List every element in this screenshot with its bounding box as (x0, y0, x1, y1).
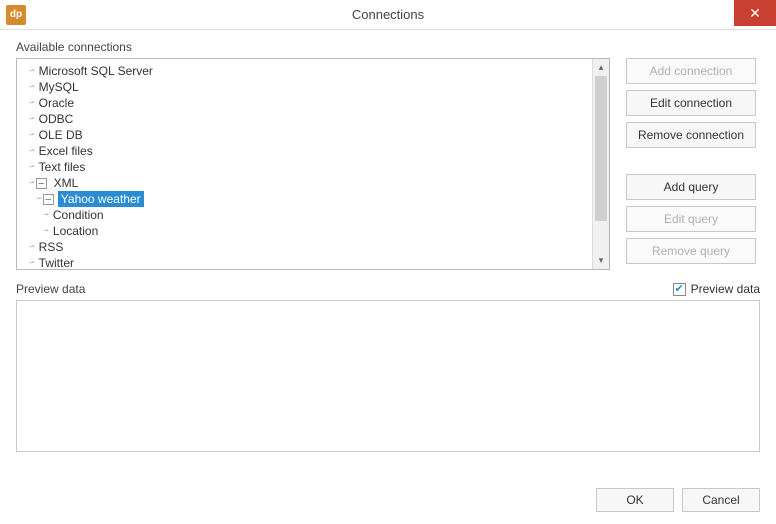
tree-item-label[interactable]: Text files (36, 159, 89, 175)
tree-item-label[interactable]: Twitter (36, 255, 77, 270)
tree-guide-icon: ·- (29, 255, 36, 270)
cancel-button[interactable]: Cancel (682, 488, 760, 512)
preview-data-checkbox[interactable]: ✔ (673, 283, 686, 296)
preview-data-checkbox-label: Preview data (691, 282, 760, 296)
tree-guide-icon: ·- (29, 95, 36, 111)
tree-item[interactable]: ·- Excel files (29, 143, 605, 159)
tree-item[interactable]: ·- Condition (29, 207, 605, 223)
tree-item-label[interactable]: ODBC (36, 111, 77, 127)
available-connections-label: Available connections (16, 40, 760, 54)
tree-guide-icon: ·- (29, 143, 36, 159)
scroll-up-button[interactable]: ▴ (593, 59, 609, 76)
connections-tree[interactable]: ·- Microsoft SQL Server·- MySQL·- Oracle… (16, 58, 610, 270)
tree-item[interactable]: ·- Twitter (29, 255, 605, 270)
add-query-button[interactable]: Add query (626, 174, 756, 200)
tree-expander-icon[interactable]: – (43, 194, 54, 205)
tree-expander-icon[interactable]: – (36, 178, 47, 189)
titlebar: dp Connections ✕ (0, 0, 776, 30)
preview-data-label: Preview data (16, 282, 85, 296)
dialog-footer: OK Cancel (596, 488, 760, 512)
tree-item[interactable]: ·- Text files (29, 159, 605, 175)
tree-guide-icon: ·- (29, 175, 36, 191)
tree-item[interactable]: ·- ODBC (29, 111, 605, 127)
tree-item-label[interactable]: Oracle (36, 95, 77, 111)
tree-item[interactable]: ·- –XML (29, 175, 605, 191)
tree-guide-icon: ·- (29, 191, 43, 207)
tree-item-label[interactable]: OLE DB (36, 127, 86, 143)
tree-guide-icon: ·- (29, 239, 36, 255)
tree-guide-icon: ·- (29, 159, 36, 175)
tree-item-label[interactable]: Microsoft SQL Server (36, 63, 156, 79)
tree-item-label[interactable]: Condition (50, 207, 107, 223)
tree-item-label[interactable]: Yahoo weather (58, 191, 144, 207)
tree-guide-icon: ·- (29, 127, 36, 143)
edit-connection-button[interactable]: Edit connection (626, 90, 756, 116)
tree-item-label[interactable]: XML (51, 175, 82, 191)
tree-item[interactable]: ·- MySQL (29, 79, 605, 95)
tree-item-label[interactable]: RSS (36, 239, 67, 255)
tree-item[interactable]: ·- –Yahoo weather (29, 191, 605, 207)
tree-guide-icon: ·- (29, 111, 36, 127)
action-buttons: Add connection Edit connection Remove co… (626, 58, 756, 264)
edit-query-button[interactable]: Edit query (626, 206, 756, 232)
add-connection-button[interactable]: Add connection (626, 58, 756, 84)
scroll-track[interactable] (593, 76, 609, 252)
tree-item[interactable]: ·- Microsoft SQL Server (29, 63, 605, 79)
remove-connection-button[interactable]: Remove connection (626, 122, 756, 148)
scroll-thumb[interactable] (595, 76, 607, 221)
app-icon: dp (6, 5, 26, 25)
window-title: Connections (0, 7, 776, 22)
scroll-down-button[interactable]: ▾ (593, 252, 609, 269)
tree-item[interactable]: ·- RSS (29, 239, 605, 255)
preview-data-area (16, 300, 760, 452)
remove-query-button[interactable]: Remove query (626, 238, 756, 264)
tree-guide-icon: ·- (29, 207, 50, 223)
ok-button[interactable]: OK (596, 488, 674, 512)
tree-item-label[interactable]: Location (50, 223, 101, 239)
tree-item[interactable]: ·- Location (29, 223, 605, 239)
tree-guide-icon: ·- (29, 79, 36, 95)
tree-item[interactable]: ·- OLE DB (29, 127, 605, 143)
close-icon: ✕ (749, 5, 761, 22)
tree-item[interactable]: ·- Oracle (29, 95, 605, 111)
close-button[interactable]: ✕ (734, 0, 776, 26)
tree-item-label[interactable]: MySQL (36, 79, 82, 95)
tree-guide-icon: ·- (29, 63, 36, 79)
preview-data-checkbox-row[interactable]: ✔ Preview data (673, 282, 760, 296)
tree-scrollbar[interactable]: ▴ ▾ (592, 59, 609, 269)
tree-guide-icon: ·- (29, 223, 50, 239)
tree-item-label[interactable]: Excel files (36, 143, 96, 159)
